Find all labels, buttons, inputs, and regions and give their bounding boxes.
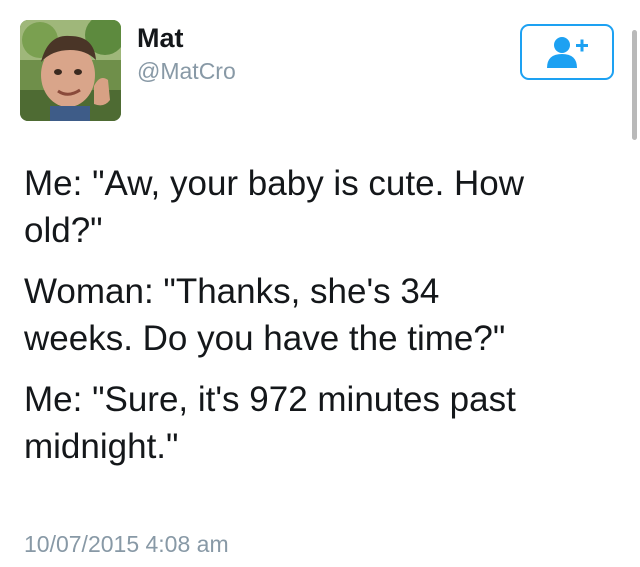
tweet-text: Me: "Aw, your baby is cute. How old?" Wo… [24,160,614,484]
tweet-timestamp[interactable]: 10/07/2015 4:08 am [24,530,229,558]
follow-button[interactable] [520,24,614,80]
tweet-paragraph: Me: "Aw, your baby is cute. How old?" [24,164,525,250]
tweet-paragraph: Me: "Sure, it's 972 minutes past midnigh… [24,380,516,466]
tweet-paragraph: Woman: "Thanks, she's 34 weeks. Do you h… [24,272,506,358]
add-user-icon [547,37,588,68]
avatar[interactable] [20,20,121,121]
display-name[interactable]: Mat [137,22,184,54]
avatar-photo [20,20,121,121]
user-handle[interactable]: @MatCro [137,57,236,85]
scrollbar[interactable] [632,30,637,140]
